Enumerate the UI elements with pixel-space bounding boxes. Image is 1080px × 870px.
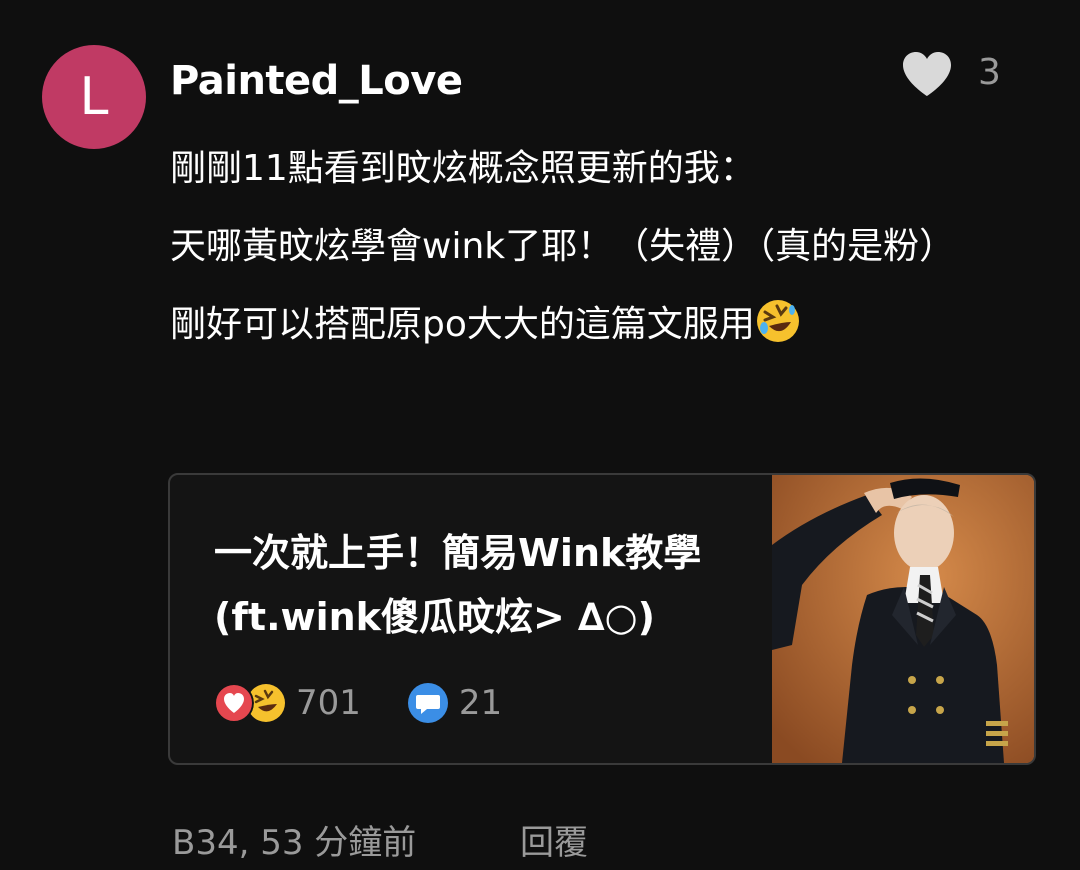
- linked-post-thumbnail: [772, 475, 1034, 763]
- like-button[interactable]: [900, 50, 954, 98]
- author-name[interactable]: Painted_Love: [170, 58, 463, 104]
- reaction-count: 701: [296, 683, 361, 723]
- comment-count: 21: [458, 683, 503, 723]
- heart-reaction-icon: [214, 683, 254, 723]
- comment-bubble-icon: [407, 683, 448, 723]
- comment-line-3-text: 剛好可以搭配原po大大的這篇文服用: [170, 304, 755, 345]
- avatar[interactable]: L: [42, 45, 146, 149]
- comment-line-2: 天哪黃旼炫學會wink了耶！（失禮）（真的是粉）: [170, 226, 956, 267]
- reply-button[interactable]: 回覆: [520, 815, 588, 864]
- rolling-laughing-emoji-icon: [756, 300, 799, 342]
- comment-text: 剛剛11點看到旼炫概念照更新的我： 天哪黃旼炫學會wink了耶！（失禮）（真的是…: [170, 130, 1030, 364]
- heart-icon: [903, 52, 951, 96]
- linked-post-card[interactable]: 一次就上手！簡易Wink教學(ft.wink傻瓜旼炫> ∆○) 701 21: [168, 473, 1036, 765]
- saluting-pilot-photo: [772, 475, 1034, 763]
- linked-post-title: 一次就上手！簡易Wink教學(ft.wink傻瓜旼炫> ∆○): [214, 531, 702, 639]
- like-count: 3: [978, 52, 1001, 93]
- comment-floor-time: B34, 53 分鐘前: [172, 823, 417, 863]
- comment-line-3: 剛好可以搭配原po大大的這篇文服用: [170, 286, 1030, 364]
- linked-post-stats: 701 21: [214, 679, 502, 727]
- comment-line-1: 剛剛11點看到旼炫概念照更新的我：: [170, 148, 756, 189]
